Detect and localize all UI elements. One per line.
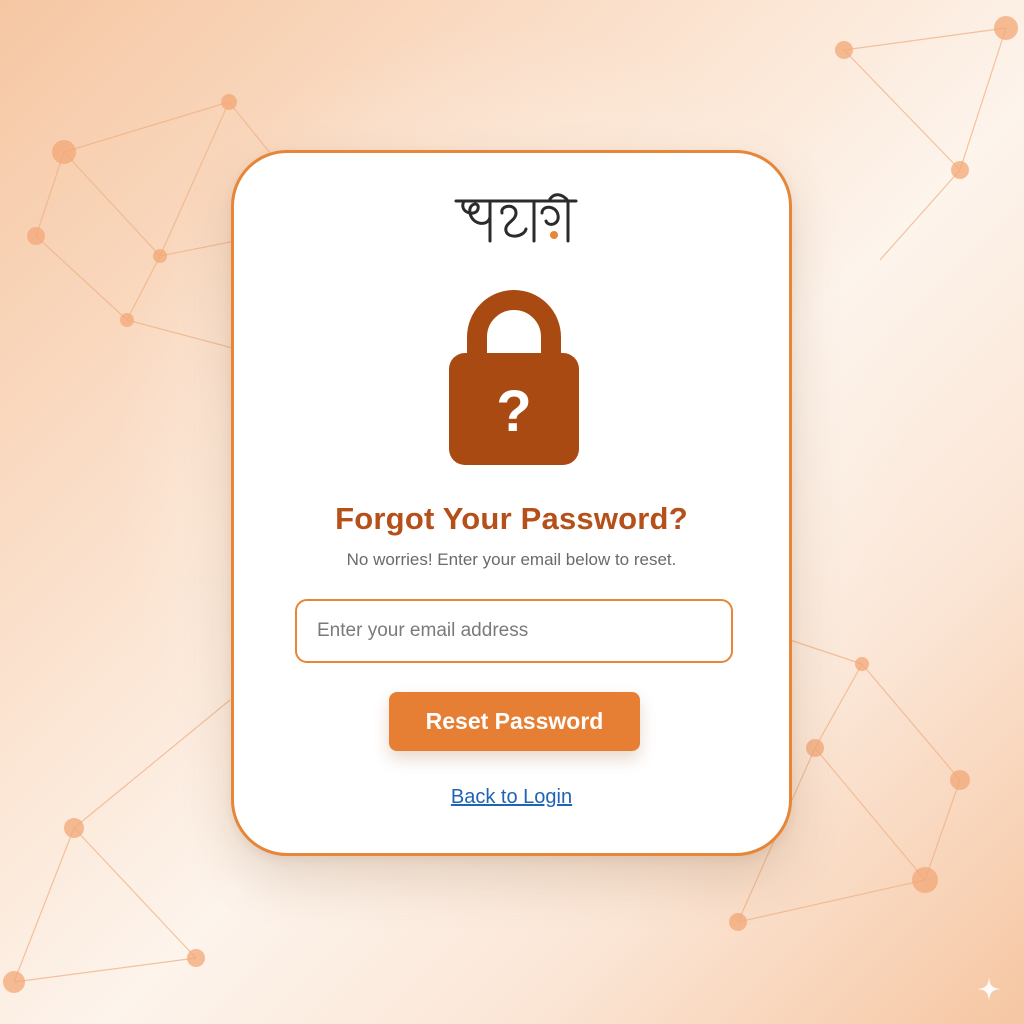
email-field[interactable]: [295, 599, 733, 663]
page-title: Forgot Your Password?: [335, 501, 688, 536]
brand-logo: [454, 193, 578, 243]
page-subtitle: No worries! Enter your email below to re…: [346, 550, 677, 569]
back-to-login-link[interactable]: Back to Login: [451, 786, 572, 808]
forgot-password-card: ? Forgot Your Password? No worries! Ente…: [231, 150, 792, 856]
lock-question-icon: ?: [449, 290, 579, 465]
reset-password-button[interactable]: Reset Password: [389, 692, 640, 751]
svg-text:?: ?: [496, 379, 531, 444]
back-link-container: Back to Login: [234, 786, 789, 809]
sparkle-icon: [977, 977, 1001, 1001]
